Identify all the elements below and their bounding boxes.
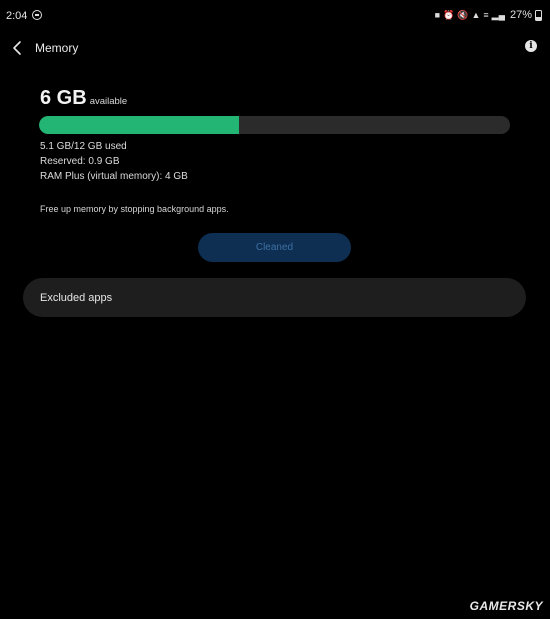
clean-now-button[interactable]: Cleaned <box>198 233 351 262</box>
wifi-icon: ▲ <box>471 10 481 20</box>
battery-icon <box>535 9 542 21</box>
alarm-icon: ⏰ <box>443 10 455 20</box>
available-memory: 6 GB available <box>40 87 127 110</box>
volte-icon: ≡ <box>483 10 489 20</box>
lock-icon: ■ <box>434 10 441 20</box>
info-button[interactable]: i <box>525 40 537 52</box>
available-label: available <box>89 96 128 107</box>
free-up-description: Free up memory by stopping background ap… <box>40 204 229 214</box>
page-title: Memory <box>35 41 79 55</box>
ram-plus-text: RAM Plus (virtual memory): 4 GB <box>40 171 188 182</box>
memory-usage-bar <box>39 116 510 134</box>
status-time: 2:04 <box>6 10 28 22</box>
mute-icon: 🔇 <box>457 10 469 20</box>
watermark-logo: GAMERSKY <box>469 599 543 613</box>
memory-screen: 2:04 ■ ⏰ 🔇 ▲ ≡ ▂▄ 27% Memory i 6 GB avai… <box>0 0 550 619</box>
status-icons: ■ ⏰ 🔇 ▲ ≡ ▂▄ 27% <box>435 9 542 21</box>
battery-percent: 27% <box>509 9 532 21</box>
memory-used-text: 5.1 GB/12 GB used <box>40 141 127 152</box>
memory-reserved-text: Reserved: 0.9 GB <box>40 156 120 167</box>
available-value: 6 GB <box>40 87 87 109</box>
signal-icon: ▂▄ <box>491 10 505 20</box>
excluded-apps-item[interactable]: Excluded apps <box>23 278 526 317</box>
app-header: Memory i <box>0 32 550 62</box>
back-button[interactable] <box>8 38 28 58</box>
chevron-left-icon <box>13 41 21 55</box>
excluded-apps-label: Excluded apps <box>40 292 113 304</box>
info-icon: i <box>529 41 533 51</box>
status-bar: 2:04 ■ ⏰ 🔇 ▲ ≡ ▂▄ 27% <box>0 0 550 30</box>
do-not-disturb-icon <box>32 10 42 20</box>
memory-usage-bar-fill <box>39 116 240 134</box>
